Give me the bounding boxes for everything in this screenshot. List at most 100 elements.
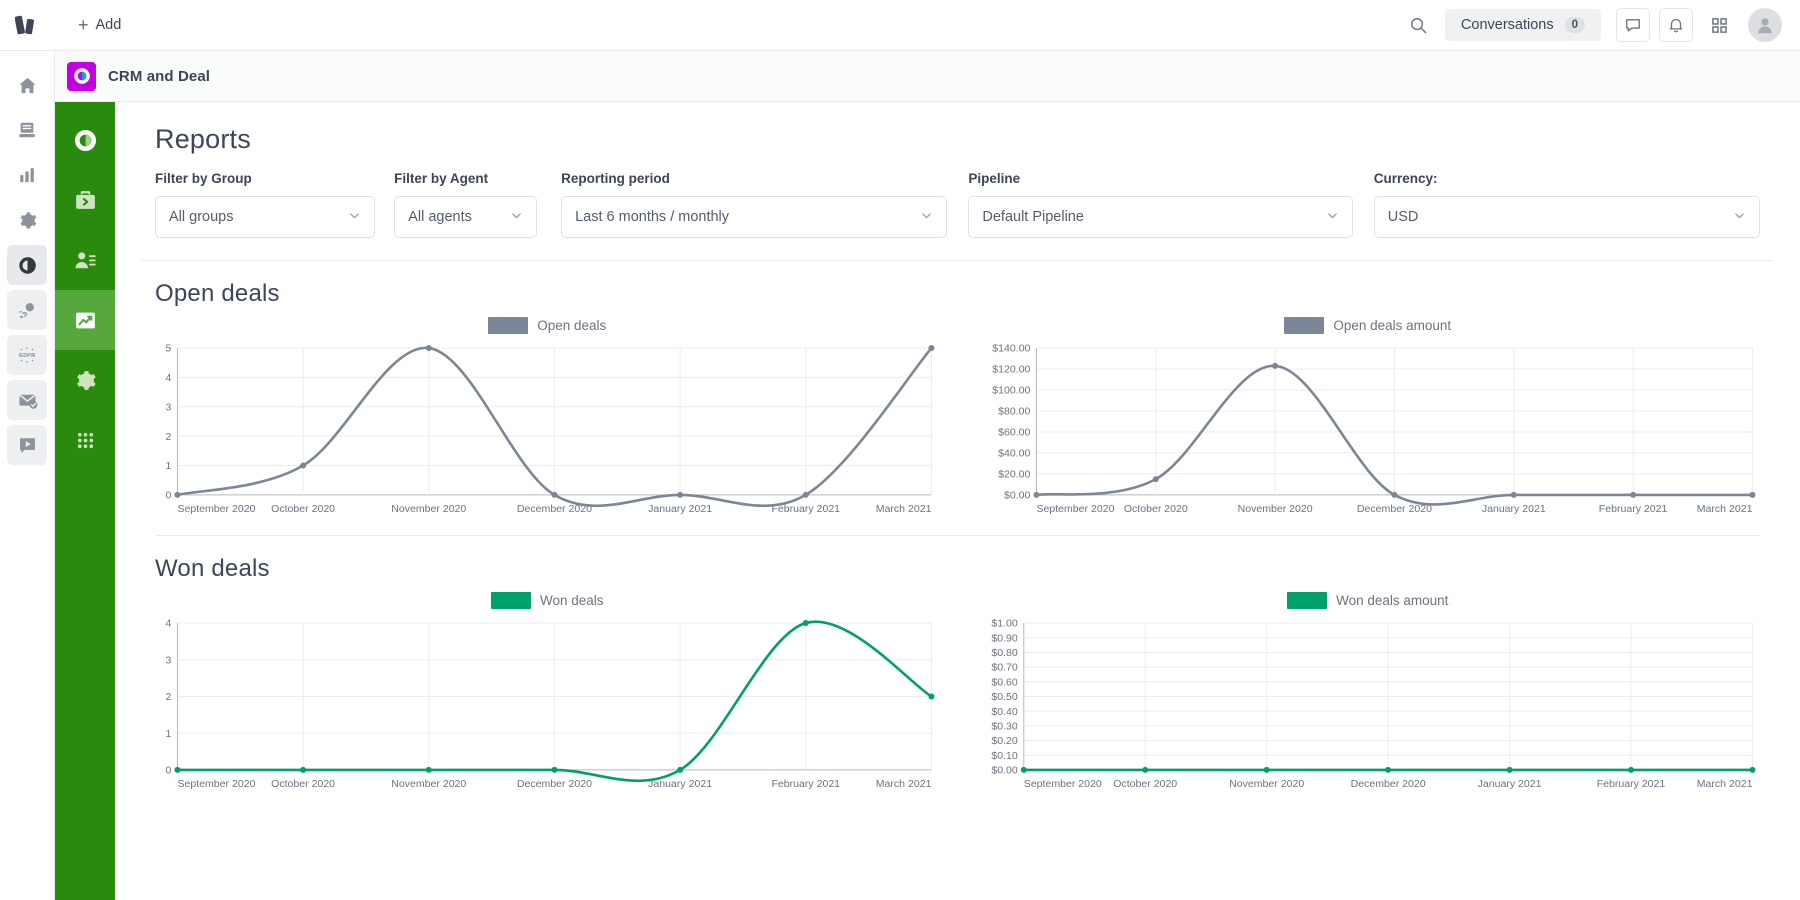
svg-text:March 2021: March 2021 [876, 778, 932, 790]
chat-bubble-icon[interactable] [1616, 8, 1650, 42]
open-deals-charts-row: Open deals 0 1 2 3 4 5 September 2020 October 2… [155, 312, 1760, 521]
page-title: Reports [155, 124, 251, 154]
app-header: CRM and Deal [55, 51, 1800, 102]
sidebar-item-crm-logo[interactable] [55, 110, 115, 170]
svg-text:$120.00: $120.00 [992, 364, 1030, 376]
legend-label: Won deals amount [1336, 592, 1449, 608]
svg-text:October 2020: October 2020 [1123, 503, 1187, 515]
search-icon[interactable] [1402, 8, 1436, 42]
rail-item-mail[interactable] [7, 380, 47, 420]
add-button-label: Add [95, 17, 122, 33]
svg-text:January 2021: January 2021 [648, 503, 712, 515]
rail-item-gdpr[interactable]: GDPR [7, 335, 47, 375]
svg-text:3: 3 [166, 401, 172, 413]
filter-by-group-select[interactable]: All groups [155, 196, 376, 238]
sidebar-item-contacts[interactable] [55, 230, 115, 290]
svg-text:1: 1 [166, 460, 172, 472]
svg-text:4: 4 [166, 618, 172, 630]
svg-text:3: 3 [166, 654, 172, 666]
chart-won-deals: Won deals 0 1 2 3 4 September 2020 October 202… [155, 587, 940, 796]
avatar[interactable] [1748, 8, 1782, 42]
rail-item-feed[interactable] [7, 110, 47, 150]
section-open-deals: Open deals Open deals 0 1 2 3 4 5 September 20… [141, 261, 1774, 521]
app-column: CRM and Deal Reports Filter by Group All… [55, 51, 1800, 900]
svg-text:$0.90: $0.90 [991, 632, 1018, 644]
legend-label: Open deals [537, 317, 607, 333]
svg-text:September 2020: September 2020 [1036, 503, 1114, 515]
chart-open-deals-amount-plot[interactable]: $0.00 $20.00 $40.00 $60.00 $80.00 $100.00 $120… [976, 340, 1761, 521]
filter-by-group-label: Filter by Group [155, 171, 252, 186]
svg-text:$0.70: $0.70 [991, 662, 1018, 674]
svg-text:GDPR: GDPR [19, 353, 35, 359]
chart-won-deals-amount-plot[interactable]: $0.00 $0.10 $0.20 $0.30 $0.40 $0.50 $0.60 $0.70… [976, 615, 1761, 796]
currency: Currency: USD [1373, 171, 1760, 238]
filter-by-agent-select[interactable]: All agents [394, 196, 538, 238]
chart-won-deals-amount: Won deals amount $0.00 $0.10 $0.20 $0.30 $0.… [976, 587, 1761, 796]
svg-text:0: 0 [166, 765, 172, 777]
legend-swatch [1287, 591, 1328, 609]
left-icon-rail: GDPR [0, 51, 55, 900]
filter-by-agent-label: Filter by Agent [394, 171, 489, 186]
currency-select[interactable]: USD [1373, 196, 1760, 238]
svg-text:$1.00: $1.00 [991, 618, 1018, 630]
sidebar-item-settings[interactable] [55, 350, 115, 410]
svg-text:February 2021: February 2021 [1596, 778, 1665, 790]
svg-text:$0.00: $0.00 [991, 765, 1018, 777]
svg-text:$80.00: $80.00 [998, 406, 1030, 418]
svg-text:5: 5 [166, 343, 172, 355]
svg-text:$0.50: $0.50 [991, 691, 1018, 703]
svg-text:February 2021: February 2021 [1598, 503, 1667, 515]
svg-text:October 2020: October 2020 [271, 778, 335, 790]
svg-text:January 2021: January 2021 [1477, 778, 1541, 790]
main-content: Reports Filter by Group All groups Filte… [115, 102, 1800, 900]
bell-icon[interactable] [1659, 8, 1693, 42]
svg-text:$140.00: $140.00 [992, 343, 1030, 355]
chart-won-deals-legend: Won deals [155, 587, 940, 613]
svg-text:$0.20: $0.20 [991, 735, 1018, 747]
chart-open-deals-plot[interactable]: 0 1 2 3 4 5 September 2020 October 2020 November… [155, 340, 940, 521]
svg-text:October 2020: October 2020 [271, 503, 335, 515]
rail-item-video[interactable] [7, 425, 47, 465]
rail-item-home[interactable] [7, 65, 47, 105]
svg-text:4: 4 [166, 372, 172, 384]
legend-swatch [490, 591, 531, 609]
pipeline-select[interactable]: Default Pipeline [968, 196, 1353, 238]
chart-won-deals-amount-legend: Won deals amount [976, 587, 1761, 613]
sidebar-item-reports[interactable] [55, 290, 115, 350]
add-button[interactable]: + Add [69, 11, 130, 39]
rail-item-crm[interactable] [7, 245, 47, 285]
sidebar-item-deals[interactable] [55, 170, 115, 230]
conversations-button[interactable]: Conversations 0 [1444, 9, 1601, 41]
svg-text:January 2021: January 2021 [1481, 503, 1545, 515]
svg-text:November 2020: November 2020 [391, 778, 466, 790]
svg-text:November 2020: November 2020 [1237, 503, 1312, 515]
svg-text:October 2020: October 2020 [1113, 778, 1177, 790]
svg-text:0: 0 [166, 490, 172, 502]
sidebar-item-apps[interactable] [55, 410, 115, 470]
chevron-down-icon [920, 209, 933, 226]
rail-item-gear[interactable] [7, 200, 47, 240]
svg-text:December 2020: December 2020 [1350, 778, 1425, 790]
svg-text:1: 1 [166, 728, 172, 740]
reporting-period-select[interactable]: Last 6 months / monthly [561, 196, 948, 238]
svg-text:September 2020: September 2020 [177, 503, 255, 515]
chart-open-deals-legend: Open deals [155, 312, 940, 338]
svg-text:$40.00: $40.00 [998, 448, 1030, 460]
svg-text:February 2021: February 2021 [771, 778, 840, 790]
rail-item-marketing[interactable] [7, 290, 47, 330]
conversations-count-badge: 0 [1564, 17, 1585, 33]
rail-item-bar-chart[interactable] [7, 155, 47, 195]
svg-text:December 2020: December 2020 [517, 778, 592, 790]
svg-text:$0.40: $0.40 [991, 706, 1018, 718]
filters-bar: Filter by Group All groups Filter by Age… [141, 171, 1774, 261]
chevron-down-icon [510, 209, 523, 226]
chevron-down-icon [1733, 209, 1746, 226]
chart-open-deals: Open deals 0 1 2 3 4 5 September 2020 October 2… [155, 312, 940, 521]
bitrix-logo-icon[interactable] [0, 0, 55, 51]
top-bar: + Add Conversations 0 [0, 0, 1800, 51]
grid-apps-icon[interactable] [1702, 8, 1736, 42]
crm-app-icon[interactable] [67, 61, 96, 91]
svg-text:2: 2 [166, 691, 172, 703]
chart-won-deals-plot[interactable]: 0 1 2 3 4 September 2020 October 2020 November … [155, 615, 940, 796]
svg-text:September 2020: September 2020 [1023, 778, 1101, 790]
